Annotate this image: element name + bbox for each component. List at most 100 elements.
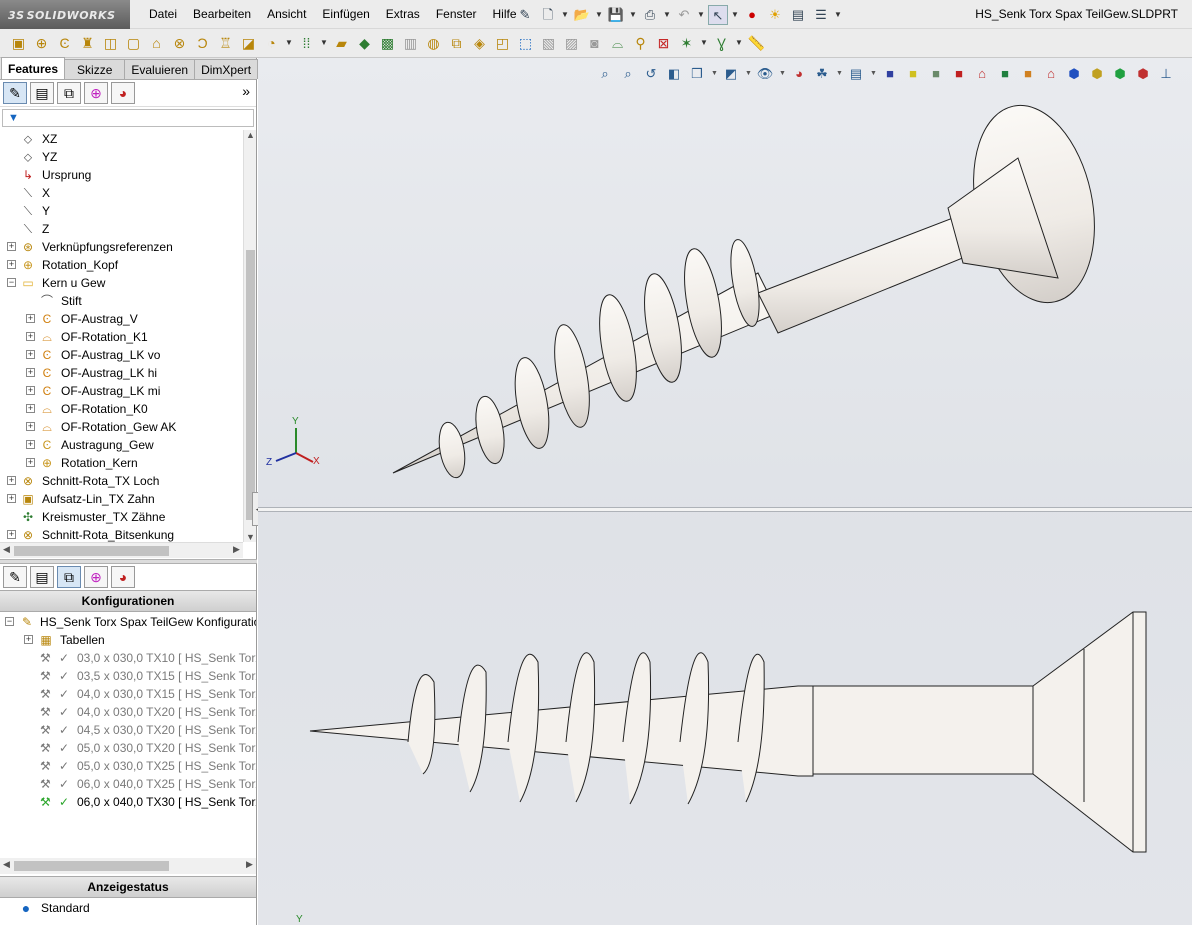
tab-features[interactable]: Features	[1, 57, 66, 79]
print-icon[interactable]: ⎙	[640, 5, 660, 25]
scroll-left-icon[interactable]: ◀	[0, 859, 13, 870]
tree-expander-icon[interactable]: +	[26, 368, 35, 377]
options-sun-icon[interactable]: ☀	[765, 5, 785, 25]
revolved-cut-icon[interactable]: ⊗	[169, 33, 190, 53]
display-state-item[interactable]: ● Standard	[0, 899, 256, 917]
scroll-right-icon[interactable]: ▶	[230, 544, 243, 555]
tab-skizze[interactable]: Skizze	[64, 59, 126, 79]
tree-expander-icon[interactable]: +	[26, 458, 35, 467]
scroll-down-icon[interactable]: ▼	[244, 532, 257, 542]
revolved-boss-icon[interactable]: ⊕	[31, 33, 52, 53]
extruded-boss-icon[interactable]: ▣	[8, 33, 29, 53]
tree-expander-icon[interactable]: +	[26, 314, 35, 323]
scroll-right-icon[interactable]: ▶	[243, 859, 256, 870]
configuration-item[interactable]: ⚒ ✓ 06,0 x 040,0 TX25 [ HS_Senk Torx Spax …	[0, 775, 256, 793]
tree-horizontal-scrollbar[interactable]: ◀ ▶	[0, 542, 243, 558]
configuration-item[interactable]: ⚒ ✓ 04,0 x 030,0 TX15 [ HS_Senk Torx Spax …	[0, 685, 256, 703]
tree-expander-icon[interactable]: +	[7, 260, 16, 269]
boundary-cut-icon[interactable]: ◪	[238, 33, 259, 53]
expand-more-icon[interactable]: »	[242, 83, 250, 99]
tree-filter-input[interactable]: ▼	[2, 109, 254, 127]
curve-icon[interactable]: Ɣ	[711, 33, 732, 53]
new-document-icon[interactable]: 🗋	[538, 5, 558, 25]
intersect-icon[interactable]: ◍	[423, 33, 444, 53]
reference-geometry-icon[interactable]: ◈	[469, 33, 490, 53]
screw-3d-model[interactable]	[392, 94, 1112, 480]
tree-expander-icon[interactable]: +	[7, 476, 16, 485]
solidworks-logo[interactable]: 3S SOLIDWORKS	[0, 0, 130, 29]
select-dropdown-icon[interactable]: ▼	[731, 5, 739, 25]
tree-expander-icon[interactable]: +	[26, 332, 35, 341]
lofted-cut-icon[interactable]: ♖	[215, 33, 236, 53]
tree-expander-icon[interactable]: +	[7, 530, 16, 539]
rib-icon[interactable]: ▰	[331, 33, 352, 53]
shell-icon[interactable]: ▩	[377, 33, 398, 53]
property-manager-icon[interactable]: ▤	[30, 82, 54, 104]
save-dropdown-icon[interactable]: ▼	[629, 5, 637, 25]
print-dropdown-icon[interactable]: ▼	[663, 5, 671, 25]
save-icon[interactable]: 💾	[606, 5, 626, 25]
undo-icon[interactable]: ↶	[674, 5, 694, 25]
scroll-left-icon[interactable]: ◀	[0, 544, 13, 555]
tree-expander-icon[interactable]: +	[24, 635, 33, 644]
configuration-item[interactable]: ⚒ ✓ 06,0 x 040,0 TX30 [ HS_Senk Torx Spax …	[0, 793, 256, 811]
swept-boss-icon[interactable]: Ͼ	[54, 33, 75, 53]
flex-icon[interactable]: ⚲	[630, 33, 651, 53]
tree-expander-icon[interactable]: +	[26, 386, 35, 395]
wrap-icon[interactable]: ▥	[400, 33, 421, 53]
undo-dropdown-icon[interactable]: ▼	[697, 5, 705, 25]
configuration-item[interactable]: ⚒ ✓ 03,0 x 030,0 TX10 [ HS_Senk Torx Spax …	[0, 649, 256, 667]
pin-icon[interactable]: ✎	[515, 5, 535, 25]
file-properties-icon[interactable]: ▤	[788, 5, 808, 25]
extruded-cut-icon[interactable]: ▢	[123, 33, 144, 53]
combine-icon[interactable]: ▨	[561, 33, 582, 53]
new-dropdown-icon[interactable]: ▼	[561, 5, 569, 25]
scroll-thumb[interactable]	[246, 250, 255, 520]
graphics-area[interactable]: ⌕ ⌕ ↺ ◧ ❒ ▼ ◩ ▼ 👁 ▼ ◕ ☘ ▼ ▤ ▼ ■ ■ ■ ■ ⌂ …	[258, 58, 1192, 925]
open-dropdown-icon[interactable]: ▼	[595, 5, 603, 25]
fillet-dropdown-icon[interactable]: ▼	[284, 33, 294, 53]
pattern-dropdown-icon[interactable]: ▼	[319, 33, 329, 53]
display-manager-icon[interactable]: ◕	[111, 82, 135, 104]
draft-icon[interactable]: ◆	[354, 33, 375, 53]
options-dropdown-icon[interactable]: ▼	[834, 5, 842, 25]
boundary-boss-icon[interactable]: ◫	[100, 33, 121, 53]
fillet-icon[interactable]: ◔	[261, 33, 282, 53]
config-horizontal-scrollbar[interactable]: ◀ ▶	[0, 858, 256, 874]
menu-bearbeiten[interactable]: Bearbeiten	[185, 0, 259, 29]
configuration-item[interactable]: ⚒ ✓ 04,5 x 030,0 TX20 [ HS_Senk Torx Spax …	[0, 721, 256, 739]
menu-extras[interactable]: Extras	[378, 0, 428, 29]
tree-expander-icon[interactable]: +	[26, 422, 35, 431]
tree-expander-icon[interactable]: +	[7, 494, 16, 503]
scroll-up-icon[interactable]: ▲	[244, 130, 257, 140]
linear-pattern-icon[interactable]: ⁞⁞	[296, 33, 317, 53]
hscroll-thumb[interactable]	[14, 546, 169, 556]
tree-expander-icon[interactable]: +	[26, 404, 35, 413]
configuration-manager-icon[interactable]: ⧉	[57, 566, 81, 588]
screw-front-model[interactable]	[309, 611, 1147, 853]
curves-icon[interactable]: ◰	[492, 33, 513, 53]
tree-expander-icon[interactable]: −	[5, 617, 14, 626]
scale-icon[interactable]: ✶	[676, 33, 697, 53]
tree-expander-icon[interactable]: +	[26, 440, 35, 449]
configuration-item[interactable]: ⚒ ✓ 05,0 x 030,0 TX20 [ HS_Senk Torx Spax …	[0, 739, 256, 757]
tab-dimxpert[interactable]: DimXpert	[194, 59, 259, 79]
open-folder-icon[interactable]: 📂	[572, 5, 592, 25]
instant3d-icon[interactable]: ⬚	[515, 33, 536, 53]
delete-body-icon[interactable]: ⊠	[653, 33, 674, 53]
dimxpert-manager-icon[interactable]: ⊕	[84, 82, 108, 104]
lofted-boss-icon[interactable]: ♜	[77, 33, 98, 53]
configuration-manager-icon[interactable]: ⧉	[57, 82, 81, 104]
feature-manager-icon[interactable]: ✎	[3, 82, 27, 104]
property-manager-icon[interactable]: ▤	[30, 566, 54, 588]
select-pointer-icon[interactable]: ↖	[708, 5, 728, 25]
tree-expander-icon[interactable]: +	[26, 350, 35, 359]
tree-expander-icon[interactable]: +	[7, 242, 16, 251]
menu-ansicht[interactable]: Ansicht	[259, 0, 314, 29]
display-manager-icon[interactable]: ◕	[111, 566, 135, 588]
tab-evaluieren[interactable]: Evaluieren	[124, 59, 196, 79]
move-face-icon[interactable]: ◙	[584, 33, 605, 53]
feature-manager-icon[interactable]: ✎	[3, 566, 27, 588]
tree-expander-icon[interactable]: −	[7, 278, 16, 287]
options-icon[interactable]: ☰	[811, 5, 831, 25]
